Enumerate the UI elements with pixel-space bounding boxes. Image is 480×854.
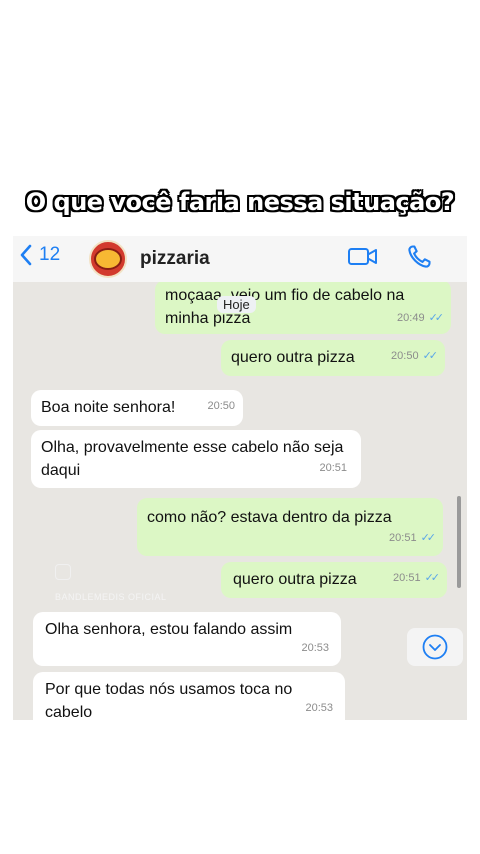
message-out: quero outra pizza 20:50 ✓✓ xyxy=(221,340,445,376)
chat-area[interactable]: moçaaa, veio um fio de cabelo na minha p… xyxy=(13,282,467,720)
chevron-down-icon xyxy=(422,634,448,660)
scroll-down-button[interactable] xyxy=(407,628,463,666)
phone-icon[interactable] xyxy=(405,243,433,271)
message-time: 20:53 xyxy=(301,642,329,654)
message-text: quero outra pizza xyxy=(231,349,355,366)
message-text: como não? estava dentro da pizza xyxy=(147,509,392,526)
video-call-icon[interactable] xyxy=(347,246,379,268)
message-time: 20:50 xyxy=(391,350,419,362)
message-text: Por que todas nós usamos toca no cabelo xyxy=(45,681,293,720)
message-time: 20:49 xyxy=(397,312,425,324)
message-in: Boa noite senhora! 20:50 xyxy=(31,390,243,426)
read-ticks-icon: ✓✓ xyxy=(422,350,439,362)
read-ticks-icon: ✓✓ xyxy=(420,532,437,544)
message-time: 20:51 xyxy=(319,462,347,474)
read-ticks-icon: ✓✓ xyxy=(428,312,445,324)
watermark-icon xyxy=(55,564,71,580)
message-time: 20:51 xyxy=(393,572,421,584)
message-text: Boa noite senhora! xyxy=(41,399,176,416)
message-in: Por que todas nós usamos toca no cabelo … xyxy=(33,672,345,720)
message-time: 20:50 xyxy=(207,400,235,412)
avatar[interactable] xyxy=(89,240,127,278)
date-label: Hoje xyxy=(217,296,256,313)
message-text: moçaaa, veio um fio de cabelo na minha p… xyxy=(165,287,405,327)
pizza-logo-icon xyxy=(94,248,122,270)
message-time: 20:51 xyxy=(389,532,417,544)
scrollbar[interactable] xyxy=(457,496,461,588)
message-time: 20:53 xyxy=(305,702,333,714)
message-in: Olha senhora, estou falando assim 20:53 xyxy=(33,612,341,666)
watermark-text: BANDLEMEDIS OFICIAL xyxy=(55,592,167,602)
message-out: quero outra pizza 20:51 ✓✓ xyxy=(221,562,447,598)
back-button[interactable]: 12 xyxy=(19,244,60,266)
message-out: moçaaa, veio um fio de cabelo na minha p… xyxy=(155,282,451,334)
message-text: Olha senhora, estou falando assim xyxy=(45,621,293,638)
caption-text: O que você faria nessa situação? xyxy=(25,188,455,216)
unread-count: 12 xyxy=(39,244,61,265)
chat-header: 12 pizzaria xyxy=(13,236,467,282)
chevron-left-icon xyxy=(20,244,32,266)
message-text: Olha, provavelmente esse cabelo não seja… xyxy=(41,439,344,479)
message-out: como não? estava dentro da pizza 20:51 ✓✓ xyxy=(137,498,443,556)
message-text: quero outra pizza xyxy=(233,571,357,588)
message-in: Olha, provavelmente esse cabelo não seja… xyxy=(31,430,361,488)
contact-name[interactable]: pizzaria xyxy=(140,248,210,270)
read-ticks-icon: ✓✓ xyxy=(424,572,441,584)
